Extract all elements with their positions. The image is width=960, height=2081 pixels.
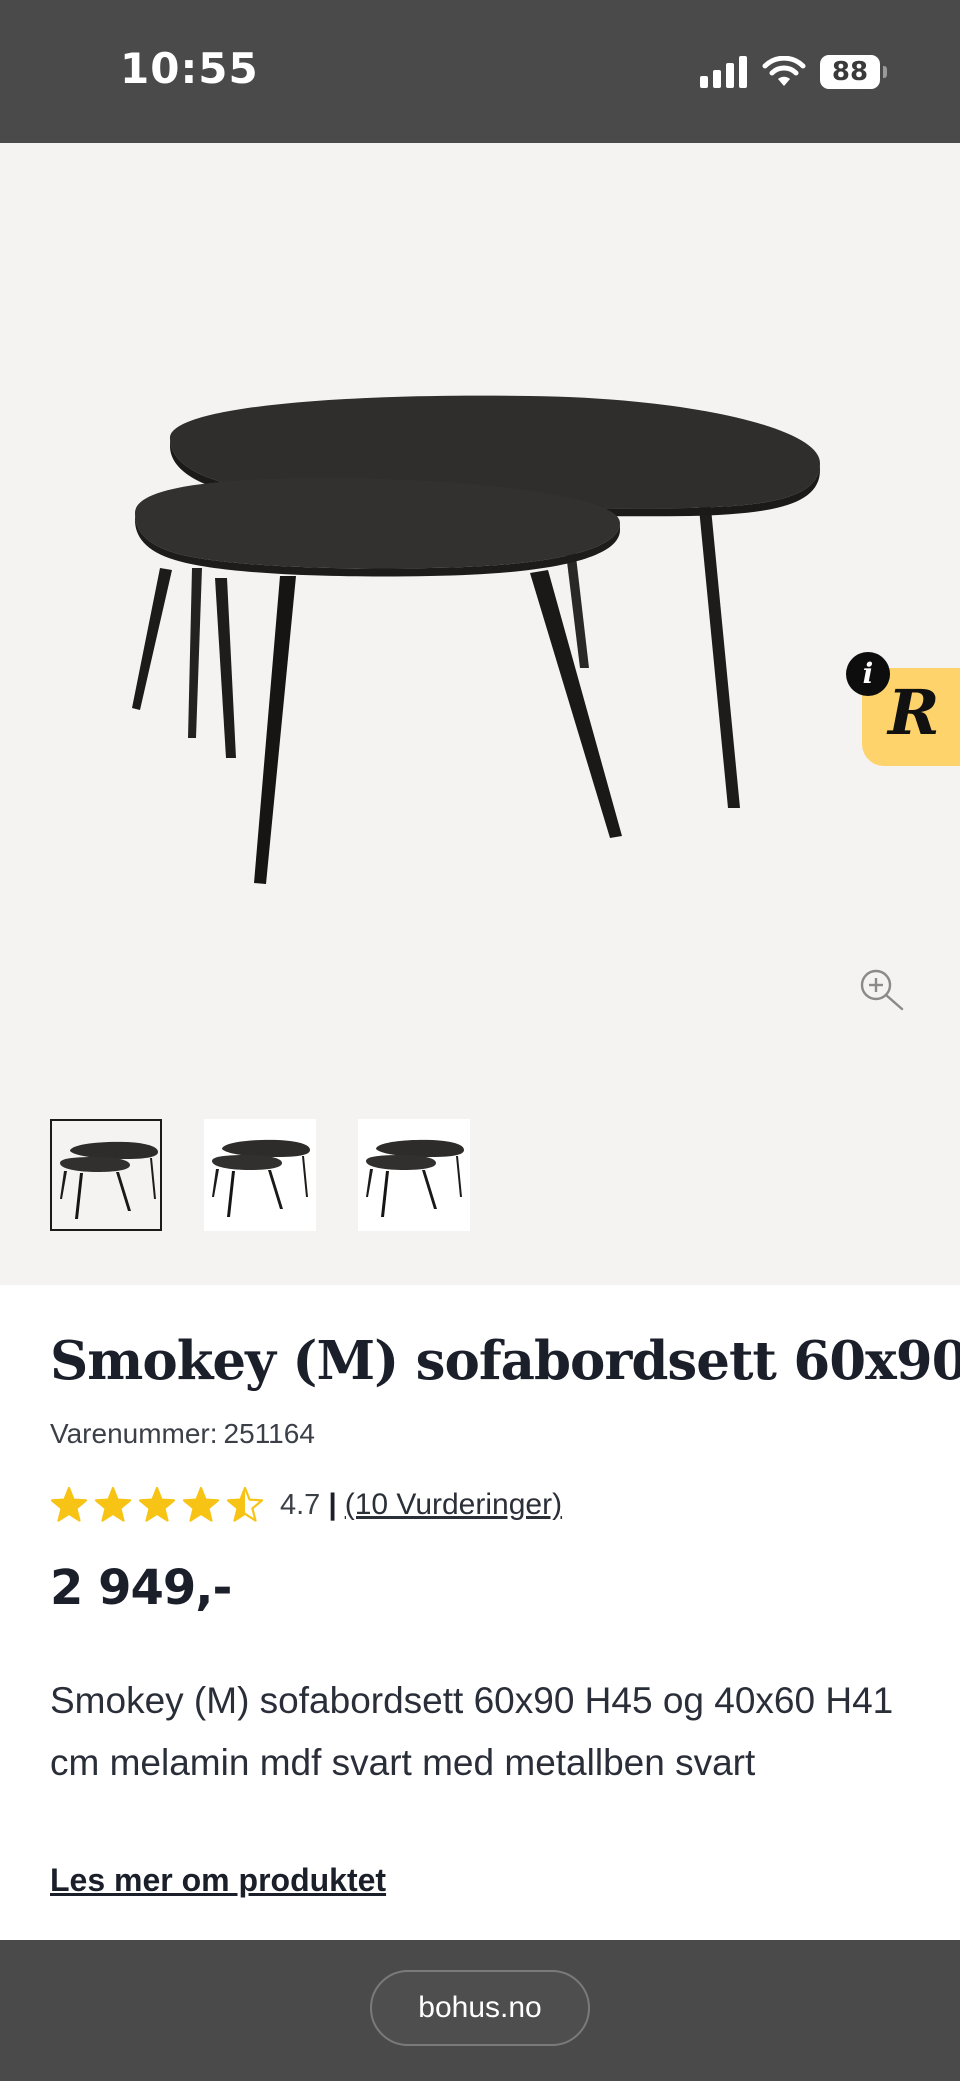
product-price: 2 949,- [50,1560,232,1616]
zoom-icon[interactable] [858,967,904,1013]
product-image[interactable] [130,338,830,898]
status-time: 10:55 [120,44,259,93]
rating-row: 4.7 | (10 Vurderinger) [50,1486,562,1524]
thumbnail-1[interactable] [50,1119,162,1231]
status-bar: 10:55 88 [0,0,960,143]
browser-bottom-bar: bohus.no [0,1940,960,2081]
sku-label: Varenummer: [50,1418,218,1449]
thumbnail-3[interactable] [358,1119,470,1231]
wifi-icon [762,56,806,86]
star-icon [94,1486,132,1522]
product-image-gallery: R i [0,143,960,1285]
star-icon [50,1486,88,1522]
reviews-link[interactable]: (10 Vurderinger) [345,1488,562,1522]
star-icon [226,1486,264,1522]
rating-value: 4.7 [280,1488,321,1521]
product-description: Smokey (M) sofabordsett 60x90 H45 og 40x… [50,1680,894,1783]
thumbnail-strip [50,1119,470,1231]
rating-separator: | [328,1488,337,1521]
status-icons: 88 [700,52,887,92]
thumbnail-2[interactable] [204,1119,316,1231]
rating-stars [50,1486,264,1524]
reward-logo-icon: R [888,676,940,749]
star-icon [138,1486,176,1522]
product-title: Smokey (M) sofabordsett 60x90 [50,1330,960,1392]
url-bar[interactable]: bohus.no [370,1970,590,2046]
info-icon[interactable]: i [846,652,890,696]
sku-line: Varenummer: 251164 [50,1418,315,1450]
star-icon [182,1486,220,1522]
sku-value: 251164 [223,1418,315,1449]
battery-icon: 88 [820,55,887,89]
signal-icon [700,56,747,88]
read-more-link[interactable]: Les mer om produktet [50,1862,386,1899]
